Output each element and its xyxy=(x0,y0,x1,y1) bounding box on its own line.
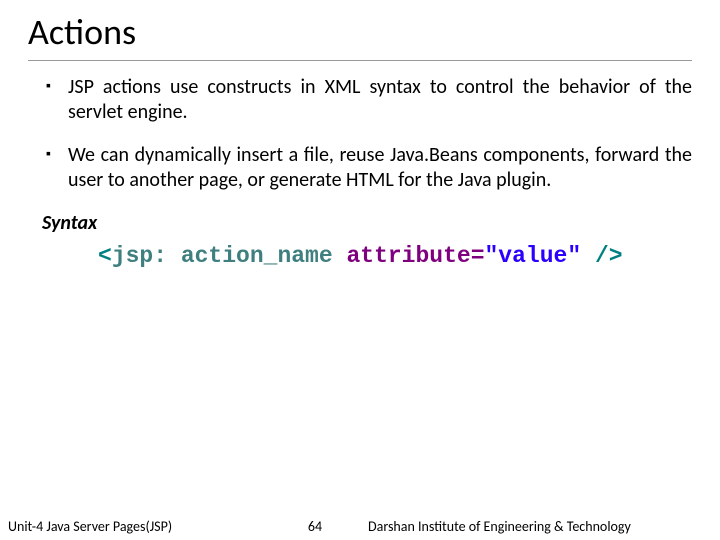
bullet-item: We can dynamically insert a file, reuse … xyxy=(46,143,692,193)
code-space xyxy=(333,243,347,269)
slide-footer: Unit-4 Java Server Pages(JSP) 64 Darshan… xyxy=(0,512,720,540)
page-title: Actions xyxy=(28,10,692,61)
slide: Actions JSP actions use constructs in XM… xyxy=(0,0,720,540)
bullet-list: JSP actions use constructs in XML syntax… xyxy=(28,75,692,193)
bullet-item: JSP actions use constructs in XML syntax… xyxy=(46,75,692,125)
code-open-bracket: < xyxy=(98,243,112,269)
code-tag: jsp: action_name xyxy=(112,243,333,269)
code-close-bracket: /> xyxy=(595,243,623,269)
footer-unit: Unit-4 Java Server Pages(JSP) xyxy=(0,518,280,535)
footer-institute: Darshan Institute of Engineering & Techn… xyxy=(350,518,720,535)
footer-page-number: 64 xyxy=(280,518,350,535)
code-block: <jsp: action_name attribute="value" /> xyxy=(28,243,692,269)
syntax-heading: Syntax xyxy=(42,211,692,235)
code-space xyxy=(581,243,595,269)
code-attribute: attribute= xyxy=(346,243,484,269)
code-value: "value" xyxy=(485,243,582,269)
